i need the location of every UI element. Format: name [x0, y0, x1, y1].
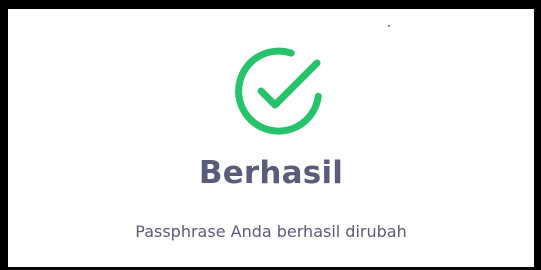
speck	[388, 25, 390, 27]
check-circle-ring	[235, 47, 322, 135]
frame-edge-right	[534, 9, 541, 270]
success-dialog: Berhasil Passphrase Anda berhasil diruba…	[8, 9, 534, 267]
check-circle-icon	[235, 47, 322, 135]
dialog-message: Passphrase Anda berhasil dirubah	[135, 222, 407, 241]
check-mark	[257, 59, 321, 109]
dialog-title: Berhasil	[198, 155, 344, 191]
